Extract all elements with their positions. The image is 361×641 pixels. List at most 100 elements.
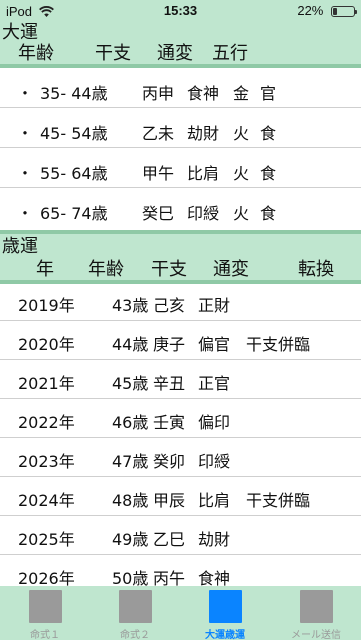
row-gogyo2: 食 <box>260 164 277 183</box>
square-icon <box>28 590 62 623</box>
row-kanshi: 丙申 <box>142 84 175 103</box>
row-gogyo2: 食 <box>260 124 277 143</box>
square-icon <box>118 590 152 623</box>
saiun-col-tenkan: 転換 <box>298 259 334 280</box>
daiun-title: 大運 <box>2 22 38 43</box>
row-gogyo1: 火 <box>233 164 250 183</box>
row-kanshi: 甲午 <box>142 164 175 183</box>
row-year: 2019年 <box>18 296 75 315</box>
status-right: 22% <box>297 3 357 18</box>
saiun-col-tsuhen: 通変 <box>213 259 249 280</box>
row-kanshi: 乙未 <box>142 124 175 143</box>
row-age: 55- 64歳 <box>40 164 108 183</box>
daiun-col-gogyo: 五行 <box>212 43 248 64</box>
row-age: 46歳 <box>112 413 149 432</box>
saiun-row[interactable]: 2025年 49歳 乙巳 劫財 <box>0 516 361 555</box>
row-year: 2020年 <box>18 335 75 354</box>
row-gogyo1: 火 <box>233 204 250 223</box>
row-tsuhen: 比肩 <box>187 164 220 183</box>
row-tsuhen: 印綬 <box>198 452 231 471</box>
saiun-row[interactable]: 2019年 43歳 己亥 正財 <box>0 282 361 321</box>
row-year: 2025年 <box>18 530 75 549</box>
row-kanshi: 己亥 <box>153 296 186 315</box>
row-tsuhen: 偏印 <box>198 413 231 432</box>
row-gogyo2: 食 <box>260 204 277 223</box>
battery-icon <box>331 6 357 18</box>
daiun-row[interactable]: ・ 65- 74歳 癸巳 印綬 火 食 <box>0 188 361 228</box>
saiun-list[interactable]: 2019年 43歳 己亥 正財 2020年 44歳 庚子 偏官 干支併臨 202… <box>0 282 361 586</box>
row-tsuhen: 比肩 <box>198 491 231 510</box>
saiun-row[interactable]: 2023年 47歳 癸卯 印綬 <box>0 438 361 477</box>
row-gogyo1: 金 <box>233 84 250 103</box>
row-tsuhen: 食神 <box>198 569 231 586</box>
row-tenkan: 干支併臨 <box>246 491 311 510</box>
row-year: 2024年 <box>18 491 75 510</box>
row-gogyo2: 官 <box>260 84 277 103</box>
saiun-row[interactable]: 2021年 45歳 辛丑 正官 <box>0 360 361 399</box>
row-kanshi: 壬寅 <box>153 413 186 432</box>
row-age: 35- 44歳 <box>40 84 108 103</box>
saiun-title: 歳運 <box>2 236 38 257</box>
daiun-col-age: 年齢 <box>18 43 54 64</box>
square-icon <box>299 590 333 623</box>
row-kanshi: 癸卯 <box>153 452 186 471</box>
daiun-row[interactable]: ・ 45- 54歳 乙未 劫財 火 食 <box>0 108 361 148</box>
saiun-row[interactable]: 2026年 50歳 丙午 食神 <box>0 555 361 586</box>
row-tsuhen: 食神 <box>187 84 220 103</box>
row-age: 65- 74歳 <box>40 204 108 223</box>
tab-daiun-saiun[interactable]: 大運歳運 <box>180 586 270 641</box>
row-tsuhen: 劫財 <box>198 530 231 549</box>
row-bullet: ・ <box>17 164 34 183</box>
row-age: 48歳 <box>112 491 149 510</box>
row-tsuhen: 劫財 <box>187 124 220 143</box>
row-bullet: ・ <box>17 84 34 103</box>
saiun-header: 歳運 年 年齢 干支 通変 転換 <box>0 230 361 284</box>
row-age: 45歳 <box>112 374 149 393</box>
row-kanshi: 甲辰 <box>153 491 186 510</box>
tab-label: 命式１ <box>30 630 60 641</box>
row-tsuhen: 正官 <box>198 374 231 393</box>
tab-label: メール送信 <box>291 630 341 641</box>
saiun-col-kanshi: 干支 <box>151 259 187 280</box>
tab-meishiki-1[interactable]: 命式１ <box>0 586 90 641</box>
daiun-col-kanshi: 干支 <box>95 43 131 64</box>
saiun-row[interactable]: 2022年 46歳 壬寅 偏印 <box>0 399 361 438</box>
row-gogyo1: 火 <box>233 124 250 143</box>
row-year: 2026年 <box>18 569 75 586</box>
row-age: 43歳 <box>112 296 149 315</box>
row-kanshi: 乙巳 <box>153 530 186 549</box>
tab-bar: 命式１ 命式２ 大運歳運 メール送信 <box>0 586 361 641</box>
daiun-row[interactable]: ・ 55- 64歳 甲午 比肩 火 食 <box>0 148 361 188</box>
saiun-col-year: 年 <box>36 259 54 280</box>
row-year: 2023年 <box>18 452 75 471</box>
row-kanshi: 癸巳 <box>142 204 175 223</box>
row-bullet: ・ <box>17 204 34 223</box>
row-kanshi: 辛丑 <box>153 374 186 393</box>
row-age: 44歳 <box>112 335 149 354</box>
row-kanshi: 丙午 <box>153 569 186 586</box>
row-year: 2022年 <box>18 413 75 432</box>
square-icon <box>208 590 242 623</box>
row-age: 49歳 <box>112 530 149 549</box>
row-tsuhen: 偏官 <box>198 335 231 354</box>
daiun-col-tsuhen: 通変 <box>157 43 193 64</box>
row-age: 47歳 <box>112 452 149 471</box>
tab-label: 命式２ <box>120 630 150 641</box>
daiun-header: 大運 年齢 干支 通変 五行 <box>0 22 361 68</box>
row-year: 2021年 <box>18 374 75 393</box>
tab-meishiki-2[interactable]: 命式２ <box>90 586 180 641</box>
battery-percent: 22% <box>297 3 324 18</box>
row-bullet: ・ <box>17 124 34 143</box>
row-age: 45- 54歳 <box>40 124 108 143</box>
row-age: 50歳 <box>112 569 149 586</box>
saiun-row[interactable]: 2020年 44歳 庚子 偏官 干支併臨 <box>0 321 361 360</box>
status-bar: iPod 15:33 22% <box>0 0 361 22</box>
tab-mail-send[interactable]: メール送信 <box>271 586 361 641</box>
daiun-list[interactable]: ・ 35- 44歳 丙申 食神 金 官 ・ 45- 54歳 乙未 劫財 火 食 … <box>0 68 361 228</box>
row-tsuhen: 印綬 <box>187 204 220 223</box>
daiun-row[interactable]: ・ 35- 44歳 丙申 食神 金 官 <box>0 68 361 108</box>
tab-label: 大運歳運 <box>205 630 245 641</box>
row-kanshi: 庚子 <box>153 335 186 354</box>
row-tenkan: 干支併臨 <box>246 335 311 354</box>
saiun-row[interactable]: 2024年 48歳 甲辰 比肩 干支併臨 <box>0 477 361 516</box>
